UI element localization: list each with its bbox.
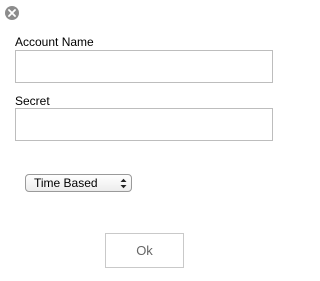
account-name-input[interactable] xyxy=(15,50,273,83)
secret-input[interactable] xyxy=(15,108,273,141)
otp-type-selected-value: Time Based xyxy=(34,176,98,190)
otp-type-select[interactable]: Time Based xyxy=(25,174,132,192)
close-button[interactable] xyxy=(5,6,19,20)
chevron-up-down-icon xyxy=(120,178,127,192)
ok-button[interactable]: Ok xyxy=(105,233,184,268)
secret-label: Secret xyxy=(15,94,50,108)
account-name-label: Account Name xyxy=(15,35,94,49)
close-icon xyxy=(8,9,16,17)
